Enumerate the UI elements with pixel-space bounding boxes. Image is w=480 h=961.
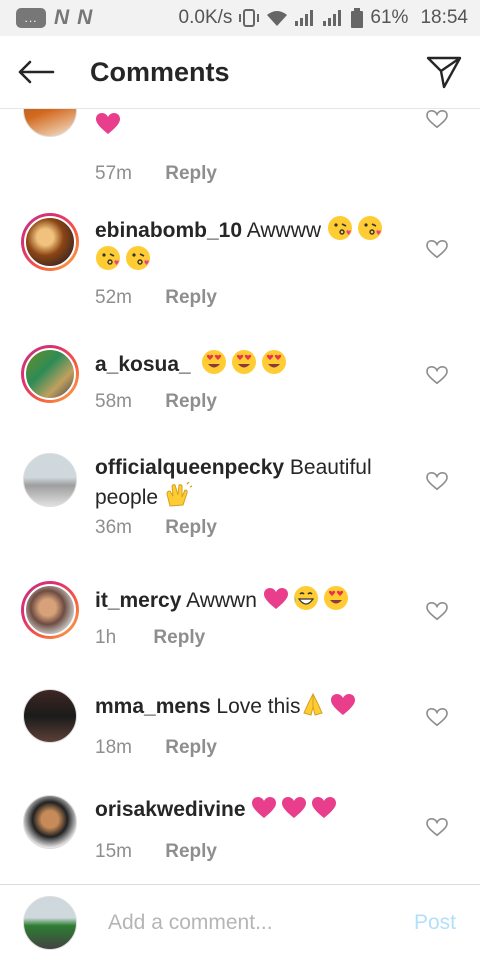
avatar[interactable] [21, 451, 79, 509]
network-speed: 0.0K/s [178, 7, 233, 28]
comment-text: Love this [216, 695, 301, 718]
back-arrow-icon [18, 60, 55, 84]
kiss-emoji-icon [357, 216, 382, 240]
battery-level: 61% [370, 7, 409, 28]
clapping-hands-emoji-icon [166, 482, 192, 507]
comment-time: 36m [95, 517, 132, 538]
page-title: Comments [90, 56, 230, 87]
wifi-icon [267, 11, 288, 26]
heart-eyes-emoji-icon [201, 350, 226, 374]
like-heart-icon[interactable] [426, 707, 448, 727]
comment-username[interactable]: it_mercy [95, 589, 181, 612]
comment-username[interactable]: orisakwedivine [95, 798, 246, 821]
comment-username[interactable]: ebinabomb_10 [95, 219, 242, 242]
network-icon-2: N [77, 6, 93, 29]
kiss-emoji-icon [126, 246, 150, 270]
comment-time: 18m [95, 737, 132, 758]
comments-header: Comments [0, 36, 480, 109]
avatar[interactable] [21, 213, 79, 271]
signal-icon [295, 10, 314, 26]
comment-item: it_mercy Awwwn 1h Reply [0, 581, 480, 661]
comment-text: Awwww [246, 219, 322, 242]
avatar[interactable] [21, 581, 79, 639]
back-button[interactable] [0, 36, 72, 108]
reply-button[interactable]: Reply [165, 391, 217, 412]
comment-item: orisakwedivine 15m Reply [0, 793, 480, 873]
comment-text: Awwwn [186, 589, 257, 612]
heart-eyes-emoji-icon [323, 586, 348, 610]
heart-emoji-icon [282, 797, 307, 818]
comment-item: 57m Reply [0, 109, 480, 193]
heart-emoji-icon [263, 588, 288, 609]
like-heart-icon[interactable] [426, 471, 448, 491]
heart-emoji-icon [252, 797, 277, 818]
direct-message-icon [426, 56, 462, 89]
reply-button[interactable]: Reply [165, 841, 217, 862]
status-bar: ... N N 0.0K/s 61% 18:54 [0, 0, 480, 36]
heart-eyes-emoji-icon [261, 350, 286, 374]
avatar[interactable] [21, 687, 79, 745]
vibrate-icon [239, 9, 260, 27]
share-button[interactable] [408, 36, 480, 108]
comment-item: a_kosua_ 58m Reply [0, 345, 480, 425]
like-heart-icon[interactable] [426, 109, 448, 129]
heart-emoji-icon [96, 113, 120, 134]
comment-input[interactable] [106, 910, 380, 936]
kiss-emoji-icon [96, 246, 120, 270]
comment-time: 57m [95, 163, 132, 184]
heart-eyes-emoji-icon [231, 350, 256, 374]
comment-username[interactable]: officialqueenpecky [95, 456, 284, 479]
comment-item: ebinabomb_10 Awwww 52m Reply [0, 213, 480, 317]
signal-icon-2 [323, 10, 342, 26]
notification-badge: ... [16, 8, 46, 28]
comment-item: officialqueenpecky Beautiful people 36m … [0, 451, 480, 551]
reply-button[interactable]: Reply [153, 627, 205, 648]
comment-item: mma_mens Love this 18m Reply [0, 687, 480, 767]
comment-time: 15m [95, 841, 132, 862]
comment-username[interactable]: a_kosua_ [95, 353, 191, 376]
clock: 18:54 [420, 7, 468, 28]
battery-icon [351, 8, 364, 28]
like-heart-icon[interactable] [426, 239, 448, 259]
reply-button[interactable]: Reply [165, 163, 217, 184]
grinning-emoji-icon [293, 586, 318, 610]
comment-list[interactable]: 57m Reply ebinabomb_10 Awwww 52m Reply a… [0, 109, 480, 884]
network-icon: N [54, 6, 70, 29]
comment-time: 52m [95, 287, 132, 308]
avatar[interactable] [21, 793, 79, 851]
own-avatar [21, 894, 79, 952]
like-heart-icon[interactable] [426, 601, 448, 621]
heart-emoji-icon [312, 797, 337, 818]
comment-time: 1h [95, 627, 117, 648]
comment-time: 58m [95, 391, 132, 412]
like-heart-icon[interactable] [426, 365, 448, 385]
reply-button[interactable]: Reply [165, 287, 217, 308]
kiss-emoji-icon [327, 216, 352, 240]
reply-button[interactable]: Reply [165, 737, 217, 758]
heart-emoji-icon [331, 694, 356, 715]
reply-button[interactable]: Reply [165, 517, 217, 538]
like-heart-icon[interactable] [426, 817, 448, 837]
avatar[interactable] [21, 109, 79, 139]
avatar[interactable] [21, 345, 79, 403]
post-button[interactable]: Post [414, 911, 456, 935]
comment-username[interactable]: mma_mens [95, 695, 211, 718]
folded-hands-emoji-icon [303, 692, 324, 716]
comment-composer: Post [0, 884, 480, 961]
